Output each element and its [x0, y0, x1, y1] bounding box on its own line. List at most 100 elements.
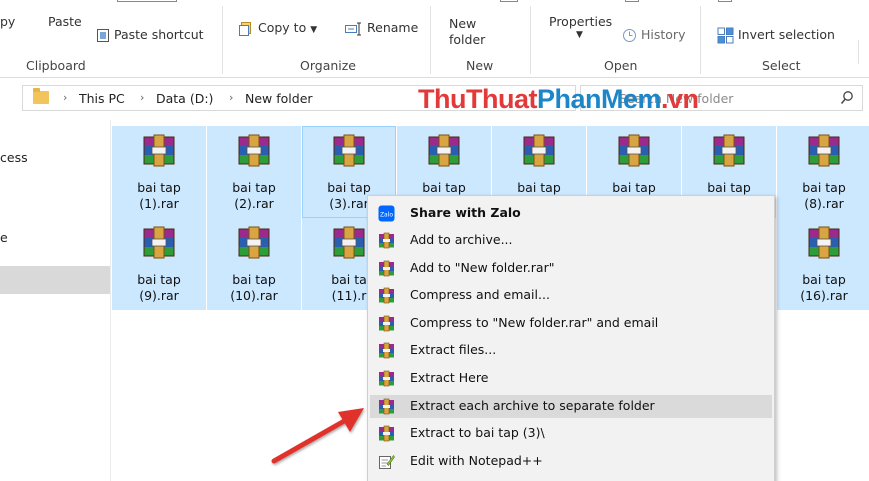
menu-item-label: Compress to "New folder.rar" and email — [410, 315, 659, 330]
file-name-line2: (8).rar — [804, 196, 844, 211]
winrar-icon — [379, 287, 394, 304]
winrar-archive-icon — [333, 134, 365, 167]
history-button[interactable]: History — [622, 27, 685, 43]
menu-item-label: Extract Here — [410, 370, 489, 385]
breadcrumb-chevron-icon[interactable]: › — [140, 91, 144, 104]
invert-selection-icon — [717, 27, 734, 44]
winrar-archive-icon — [143, 226, 175, 259]
notepad-plus-plus-icon — [379, 454, 395, 469]
zalo-icon: Zalo — [378, 205, 395, 222]
file-item[interactable]: bai tap (8).rar — [777, 126, 869, 218]
new-folder-button[interactable]: New folder — [449, 16, 485, 48]
ribbon-separator — [222, 6, 223, 74]
select-all-icon-fragment — [718, 0, 732, 2]
winrar-icon — [379, 315, 394, 332]
breadcrumb-data-drive[interactable]: Data (D:) — [156, 91, 213, 106]
file-name-line1: bai tap — [137, 180, 181, 195]
menu-item[interactable]: Extract files... — [370, 339, 772, 362]
winrar-archive-icon — [808, 226, 840, 259]
context-menu: Zalo Share with Zalo Add to archive... Add … — [367, 195, 775, 481]
file-name-line1: bai tap — [802, 272, 846, 287]
file-item[interactable]: bai tap (10).rar — [207, 218, 301, 310]
file-name-line1: bai tap — [232, 272, 276, 287]
file-name-line2: (10).rar — [230, 288, 278, 303]
menu-item[interactable]: Add to archive... — [370, 229, 772, 252]
menu-item[interactable]: Extract Here — [370, 367, 772, 390]
menu-item[interactable]: Extract each archive to separate folder — [370, 395, 772, 418]
winrar-archive-icon — [333, 226, 365, 259]
file-name-line1: bai tap — [232, 180, 276, 195]
open-group-label: Open — [604, 58, 638, 73]
breadcrumb-this-pc[interactable]: This PC — [79, 91, 125, 106]
properties-button[interactable]: Properties — [549, 14, 612, 29]
nav-item-selected[interactable] — [0, 266, 110, 294]
file-item[interactable]: bai tap (16).rar — [777, 218, 869, 310]
clipboard-group-label: Clipboard — [26, 58, 86, 73]
new-group-label: New — [466, 58, 494, 73]
properties-dropdown-icon[interactable]: ▼ — [576, 30, 583, 40]
navigation-pane: cess e — [0, 120, 110, 481]
file-name-line1: bai tap — [612, 180, 656, 195]
copy-button[interactable]: py — [0, 14, 15, 29]
menu-item-label: Compress and email... — [410, 287, 550, 302]
new-item-icon-fragment — [500, 0, 518, 2]
breadcrumb-chevron-icon[interactable]: › — [229, 91, 233, 104]
winrar-icon — [379, 232, 394, 249]
menu-item[interactable]: Zalo Share with Zalo — [370, 202, 772, 225]
paste-shortcut-button[interactable]: Paste shortcut — [96, 27, 204, 43]
search-icon[interactable] — [840, 90, 854, 106]
paste-button[interactable]: Paste — [48, 14, 82, 29]
menu-item-label: Edit with Notepad++ — [410, 453, 543, 468]
ribbon-separator — [530, 6, 531, 74]
menu-item[interactable]: Compress and email... — [370, 284, 772, 307]
nav-item-partial[interactable]: e — [0, 230, 8, 245]
breadcrumb-chevron-icon[interactable]: › — [63, 91, 67, 104]
organize-group-label: Organize — [300, 58, 356, 73]
invert-selection-button[interactable]: Invert selection — [717, 27, 835, 44]
menu-item[interactable]: Extract to bai tap (3)\ — [370, 422, 772, 445]
rename-icon — [345, 22, 361, 35]
file-item[interactable]: bai tap (1).rar — [112, 126, 206, 218]
pane-divider — [110, 120, 111, 481]
menu-item[interactable]: Add to "New folder.rar" — [370, 257, 772, 280]
winrar-archive-icon — [238, 226, 270, 259]
file-item[interactable]: bai tap (2).rar — [207, 126, 301, 218]
svg-text:Zalo: Zalo — [380, 212, 393, 219]
rename-button[interactable]: Rename — [345, 20, 418, 36]
menu-item-label: Extract files... — [410, 342, 497, 357]
winrar-archive-icon — [238, 134, 270, 167]
winrar-icon — [379, 398, 394, 415]
nav-item-quick-access[interactable]: cess — [0, 150, 28, 165]
open-icon-fragment — [625, 0, 639, 2]
winrar-icon — [379, 370, 394, 387]
paste-shortcut-icon — [97, 29, 109, 42]
winrar-archive-icon — [523, 134, 555, 167]
winrar-icon — [379, 425, 394, 442]
file-name-line1: bai tap — [802, 180, 846, 195]
ribbon-separator — [430, 6, 431, 74]
file-name-line1: bai tap — [327, 180, 371, 195]
copy-to-button[interactable]: Copy to ▼ — [238, 20, 317, 37]
file-name-line2: (9).rar — [139, 288, 179, 303]
ribbon-edge — [858, 40, 859, 64]
breadcrumb-new-folder[interactable]: New folder — [245, 91, 313, 106]
history-icon — [623, 29, 636, 42]
menu-item[interactable]: Edit with Notepad++ — [370, 450, 772, 473]
winrar-archive-icon — [713, 134, 745, 167]
ribbon: py Paste Paste shortcut Copy to ▼ Rename… — [0, 0, 869, 78]
file-item[interactable]: bai tap (9).rar — [112, 218, 206, 310]
annotation-arrow — [271, 408, 364, 464]
menu-item-label: Add to archive... — [410, 232, 513, 247]
file-name-line2: (16).rar — [800, 288, 848, 303]
file-name-line1: bai tap — [422, 180, 466, 195]
copy-to-icon — [239, 21, 251, 36]
file-name-line2: (2).rar — [234, 196, 274, 211]
menu-item-label: Add to "New folder.rar" — [410, 260, 555, 275]
winrar-archive-icon — [618, 134, 650, 167]
menu-item[interactable]: Compress to "New folder.rar" and email — [370, 312, 772, 335]
menu-item-label: Share with Zalo — [410, 205, 521, 220]
winrar-archive-icon — [428, 134, 460, 167]
chevron-down-icon: ▼ — [310, 25, 318, 35]
select-group-label: Select — [762, 58, 801, 73]
folder-icon — [33, 88, 49, 104]
